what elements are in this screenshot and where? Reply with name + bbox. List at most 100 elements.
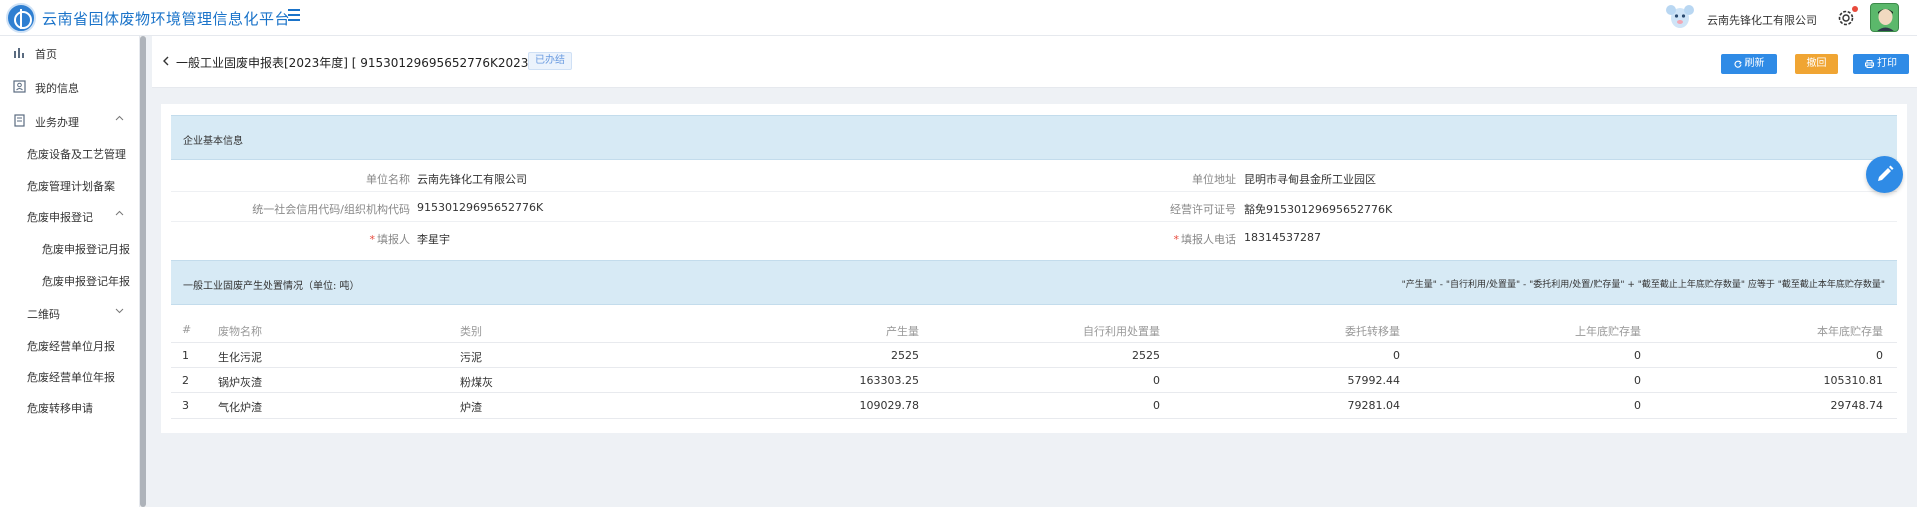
top-header: 云南省固体废物环境管理信息化平台 云南先锋化工有限公司 [0, 0, 1917, 36]
column-header: 委托转移量 [1345, 325, 1400, 338]
sidebar-item-label: 首页 [35, 48, 57, 61]
withdraw-button[interactable]: 撤回 [1795, 54, 1838, 74]
sidebar-item-operator-annual[interactable]: 危废经营单位年报 [0, 363, 140, 389]
unit-name-value: 云南先锋化工有限公司 [417, 173, 527, 186]
table-cell: 3 [182, 399, 189, 412]
document-icon [14, 114, 25, 127]
reporter-phone-label-text: 填报人电话 [1181, 233, 1236, 246]
pencil-icon [1878, 165, 1894, 181]
sidebar-item-label: 危废经营单位月报 [27, 340, 115, 353]
required-asterisk: * [1173, 233, 1180, 246]
column-header: 上年底贮存量 [1575, 325, 1641, 338]
sidebar-item-label: 业务办理 [35, 116, 79, 129]
row-divider [171, 392, 1897, 393]
table-cell: 29748.74 [1830, 399, 1884, 412]
required-asterisk: * [369, 233, 376, 246]
table-cell: 163303.25 [859, 374, 920, 387]
sidebar-item-label: 危废经营单位年报 [27, 371, 115, 384]
table-cell: 109029.78 [859, 399, 920, 412]
back-arrow-icon[interactable] [162, 56, 170, 66]
credit-code-label: 统一社会信用代码/组织机构代码 [252, 203, 410, 216]
platform-logo [6, 3, 36, 33]
refresh-button[interactable]: 刷新 [1721, 54, 1777, 74]
chevron-up-icon [115, 115, 124, 121]
table-cell: 2525 [891, 349, 919, 362]
print-button[interactable]: 打印 [1853, 54, 1909, 74]
table-cell: 79281.04 [1347, 399, 1401, 412]
table-cell: 0 [1634, 374, 1641, 387]
avatar-portrait-icon [1871, 4, 1898, 31]
table-cell: 2525 [1132, 349, 1160, 362]
bar-chart-icon [14, 48, 24, 58]
table-cell: 0 [1393, 349, 1400, 362]
edit-button[interactable] [1866, 156, 1903, 193]
section-title: 企业基本信息 [183, 136, 243, 147]
license-label: 经营许可证号 [1170, 203, 1236, 216]
reporter-phone-label: * 填报人电话 [1174, 231, 1237, 247]
company-name: 云南先锋化工有限公司 [1707, 14, 1817, 27]
sidebar-item-business[interactable]: 业务办理 [0, 108, 140, 134]
column-header: 产生量 [886, 325, 919, 338]
chevron-down-icon [115, 308, 124, 314]
table-cell: 锅炉灰渣 [218, 376, 262, 389]
reporter-value: 李星宇 [417, 233, 450, 246]
sidebar-item-label: 危废转移申请 [27, 402, 93, 415]
sidebar-item-monthly-report[interactable]: 危废申报登记月报 [0, 235, 140, 261]
row-divider [171, 221, 1897, 222]
row-divider [171, 367, 1897, 368]
table-cell: 105310.81 [1823, 374, 1884, 387]
credit-code-value: 91530129695652776K [417, 201, 544, 214]
column-header: 自行利用处置量 [1083, 325, 1160, 338]
user-avatar[interactable] [1870, 3, 1899, 32]
sidebar-item-operator-monthly[interactable]: 危废经营单位月报 [0, 332, 140, 358]
column-header: # [182, 323, 192, 336]
table-cell: 生化污泥 [218, 351, 262, 364]
sidebar-scrollbar-thumb[interactable] [140, 36, 146, 507]
refresh-icon [1734, 60, 1742, 68]
unit-name-label: 单位名称 [366, 173, 410, 186]
column-header: 废物名称 [218, 325, 262, 338]
sidebar-item-home[interactable]: 首页 [0, 40, 140, 66]
sidebar-item-plan-filing[interactable]: 危废管理计划备案 [0, 172, 140, 198]
table-cell: 0 [1634, 399, 1641, 412]
printer-icon [1865, 60, 1874, 68]
refresh-label: 刷新 [1744, 58, 1765, 69]
waste-section-header: 一般工业固废产生处置情况（单位: 吨） "产生量" - "自行利用/处置量" -… [171, 260, 1897, 305]
page-title: 一般工业固废申报表[2023年度] [ 91530129695652776K20… [176, 56, 537, 70]
table-cell: 0 [1876, 349, 1883, 362]
balance-note: "产生量" - "自行利用/处置量" - "委托利用/处置/贮存量" + "截至… [1401, 280, 1885, 290]
sidebar-item-equipment[interactable]: 危废设备及工艺管理 [0, 140, 140, 166]
menu-toggle-icon[interactable] [288, 9, 300, 21]
sidebar-item-declaration[interactable]: 危废申报登记 [0, 203, 140, 229]
sidebar-item-label: 危废申报登记年报 [42, 275, 130, 288]
withdraw-label: 撤回 [1806, 58, 1827, 69]
mascot-icon [1666, 5, 1694, 28]
column-header: 本年底贮存量 [1817, 325, 1883, 338]
app-title: 云南省固体废物环境管理信息化平台 [42, 10, 291, 28]
table-cell: 0 [1153, 399, 1160, 412]
sidebar-item-qrcode[interactable]: 二维码 [0, 300, 140, 326]
header-divider [171, 342, 1897, 343]
table-cell: 污泥 [460, 351, 482, 364]
unit-address-value: 昆明市寻甸县金所工业园区 [1244, 173, 1376, 186]
sidebar-item-my-info[interactable]: 我的信息 [0, 74, 140, 100]
table-cell: 粉煤灰 [460, 376, 493, 389]
reporter-phone-value: 18314537287 [1244, 231, 1321, 244]
sidebar-item-label: 我的信息 [35, 82, 79, 95]
column-header: 类别 [460, 325, 482, 338]
row-divider [171, 418, 1897, 419]
sidebar-item-annual-report[interactable]: 危废申报登记年报 [0, 267, 140, 293]
sidebar-item-label: 危废设备及工艺管理 [27, 148, 126, 161]
sidebar-item-label: 二维码 [27, 308, 60, 321]
print-label: 打印 [1877, 58, 1897, 69]
page-header: 一般工业固废申报表[2023年度] [ 91530129695652776K20… [152, 36, 1917, 88]
profile-card-icon [13, 80, 26, 93]
sidebar-item-label: 危废管理计划备案 [27, 180, 115, 193]
sidebar-item-transfer-request[interactable]: 危废转移申请 [0, 394, 140, 420]
status-badge: 已办结 [528, 52, 572, 70]
notification-dot [1852, 6, 1858, 12]
reporter-label: * 填报人 [370, 231, 411, 247]
license-value: 豁免91530129695652776K [1244, 203, 1393, 216]
reporter-label-text: 填报人 [377, 233, 410, 246]
table-cell: 气化炉渣 [218, 401, 262, 414]
